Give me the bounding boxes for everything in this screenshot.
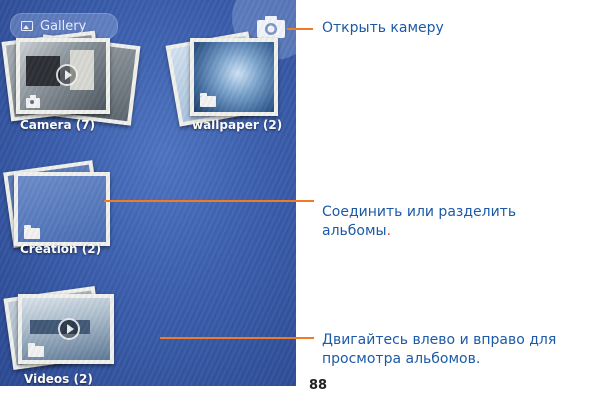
album-cover <box>16 38 110 114</box>
album-label: wallpaper (2) <box>192 118 283 132</box>
folder-icon <box>24 225 40 239</box>
camera-album-icon <box>26 95 40 108</box>
callout-browse-albums: Двигайтесь влево и вправо для просмотра … <box>322 331 556 369</box>
callout-open-camera: Открыть камеру <box>322 20 444 36</box>
album-camera[interactable]: Camera (7) <box>1 30 154 140</box>
album-cover <box>18 294 114 364</box>
play-icon <box>58 318 80 340</box>
album-label: Camera (7) <box>20 118 96 132</box>
play-icon <box>56 64 78 86</box>
album-wallpaper[interactable]: wallpaper (2) <box>165 30 296 140</box>
callout-merge-albums: Соединить или разделить альбомы. <box>322 203 516 241</box>
callout-browse-line1: Двигайтесь влево и вправо для <box>322 332 557 348</box>
gallery-screen: Gallery Camera (7) wallpaper (2) Creatio… <box>0 0 296 386</box>
callout-line-camera <box>287 28 313 30</box>
folder-icon <box>28 343 44 357</box>
callout-browse-line2: просмотра альбомов. <box>322 351 481 367</box>
folder-icon <box>200 93 216 107</box>
album-label: Videos (2) <box>24 372 93 386</box>
album-cover <box>14 172 110 246</box>
callout-line-merge <box>104 200 314 202</box>
album-label: Creation (2) <box>20 242 102 256</box>
album-cover <box>190 38 278 116</box>
album-videos[interactable]: Videos (2) <box>3 282 154 386</box>
callout-merge-line2: альбомы. <box>322 223 392 239</box>
album-creation[interactable]: Creation (2) <box>3 160 154 264</box>
callout-line-browse <box>160 337 314 339</box>
callout-merge-line1: Соединить или разделить <box>322 204 517 220</box>
